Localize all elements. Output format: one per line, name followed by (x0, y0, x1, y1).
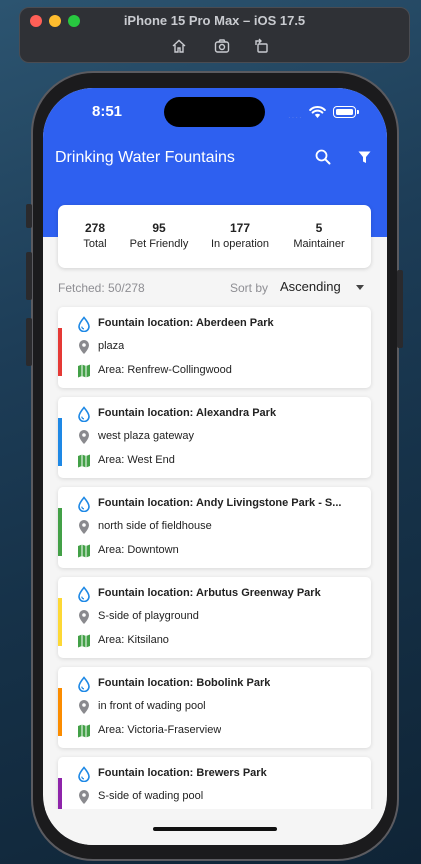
volume-down-button (26, 318, 32, 366)
stat-total: 278 Total (66, 205, 124, 268)
stat-maintainer: 5 Maintainer (286, 205, 352, 268)
fountain-location-row: west plaza gateway (77, 429, 362, 445)
home-indicator[interactable] (153, 827, 277, 831)
stat-label: Total (83, 238, 107, 250)
cellular-signal-icon: ···· (288, 113, 303, 122)
fountain-area: Area: Kitsilano (98, 634, 169, 646)
volume-up-button (26, 252, 32, 300)
search-icon[interactable] (315, 149, 331, 165)
filter-icon[interactable] (358, 151, 371, 164)
fountain-title: Fountain location: Alexandra Park (98, 407, 277, 419)
fountain-title-row: Fountain location: Andy Livingstone Park… (77, 496, 362, 512)
fountain-location-row: north side of fieldhouse (77, 519, 362, 535)
fountain-location-row: S-side of wading pool (77, 789, 362, 805)
stat-label: Pet Friendly (129, 238, 189, 250)
fountain-title: Fountain location: Brewers Park (98, 767, 267, 779)
status-color-bar (58, 328, 62, 376)
fountain-card[interactable]: Fountain location: Arbutus Greenway Park… (58, 577, 371, 658)
fountain-card[interactable]: Fountain location: Bobolink Park in front… (58, 667, 371, 748)
fountain-location: S-side of wading pool (98, 790, 204, 802)
status-color-bar (58, 598, 62, 646)
sort-label: Sort by (230, 281, 269, 295)
simulator-title: iPhone 15 Pro Max – iOS 17.5 (123, 13, 306, 28)
water-drop-icon (78, 586, 90, 602)
fountain-title-row: Fountain location: Arbutus Greenway Park (77, 586, 362, 602)
battery-icon (333, 106, 359, 118)
fountain-location-row: plaza (77, 339, 362, 355)
stat-value: 5 (315, 221, 323, 235)
fountain-location: S-side of playground (98, 610, 199, 622)
stats-card: 278 Total 95 Pet Friendly 177 In operati… (58, 205, 371, 268)
water-drop-icon (78, 316, 90, 332)
simulator-titlebar: iPhone 15 Pro Max – iOS 17.5 (19, 7, 410, 63)
fountain-location-row: S-side of playground (77, 609, 362, 625)
home-icon[interactable] (171, 38, 187, 54)
stat-pet-friendly: 95 Pet Friendly (124, 205, 194, 268)
fountain-card[interactable]: Fountain location: Alexandra Park west pl… (58, 397, 371, 478)
screenshot-icon[interactable] (214, 38, 230, 54)
app-screen: 8:51 ···· Drinking Water Fountains 278 T… (43, 88, 387, 845)
map-icon (78, 544, 90, 558)
fountain-area: Area: Downtown (98, 544, 179, 556)
stat-in-operation: 177 In operation (204, 205, 276, 268)
status-color-bar (58, 418, 62, 466)
water-drop-icon (78, 406, 90, 422)
fountain-location-row: in front of wading pool (77, 699, 362, 715)
fountain-card[interactable]: Fountain location: Aberdeen Park plaza Are… (58, 307, 371, 388)
location-pin-icon (79, 340, 89, 354)
page-title: Drinking Water Fountains (55, 149, 235, 166)
fountain-area: Area: Renfrew-Collingwood (98, 364, 232, 376)
sort-dropdown[interactable]: Ascending (280, 279, 341, 294)
location-pin-icon (79, 520, 89, 534)
location-pin-icon (79, 790, 89, 804)
fountain-area-row: Area: Victoria-Fraserview (77, 723, 362, 739)
water-drop-icon (78, 676, 90, 692)
fountain-area-row: Area: Renfrew-Collingwood (77, 363, 362, 379)
stat-value: 95 (152, 221, 166, 235)
fountain-title: Fountain location: Andy Livingstone Park… (98, 497, 342, 509)
fountain-title-row: Fountain location: Aberdeen Park (77, 316, 362, 332)
fountain-location: west plaza gateway (98, 430, 194, 442)
fountain-location: plaza (98, 340, 125, 352)
fountain-area: Area: Victoria-Fraserview (98, 724, 222, 736)
fountain-title-row: Fountain location: Bobolink Park (77, 676, 362, 692)
dynamic-island (164, 97, 265, 127)
fountain-area: Area: West End (98, 454, 175, 466)
fountain-title-row: Fountain location: Brewers Park (77, 766, 362, 782)
status-color-bar (58, 508, 62, 556)
action-button (26, 204, 32, 228)
map-icon (78, 364, 90, 378)
rotate-icon[interactable] (254, 38, 270, 54)
fountain-card[interactable]: Fountain location: Andy Livingstone Park… (58, 487, 371, 568)
location-pin-icon (79, 610, 89, 624)
fountain-area-row: Area: West End (77, 453, 362, 469)
fountain-title: Fountain location: Bobolink Park (98, 677, 271, 689)
fetched-count: Fetched: 50/278 (58, 281, 145, 295)
status-color-bar (58, 688, 62, 736)
status-time: 8:51 (92, 103, 123, 120)
stat-value: 177 (229, 221, 251, 235)
power-button (397, 270, 403, 348)
fountain-area-row: Area: Kitsilano (77, 633, 362, 649)
fountain-title: Fountain location: Arbutus Greenway Park (98, 587, 321, 599)
stat-label: In operation (210, 238, 270, 250)
fountain-location: in front of wading pool (98, 700, 206, 712)
map-icon (78, 634, 90, 648)
fountain-title-row: Fountain location: Alexandra Park (77, 406, 362, 422)
water-drop-icon (78, 766, 90, 782)
stat-value: 278 (84, 221, 106, 235)
map-icon (78, 454, 90, 468)
chevron-down-icon[interactable] (356, 285, 364, 290)
wifi-icon (309, 106, 326, 118)
fountain-area-row: Area: Downtown (77, 543, 362, 559)
fountain-title: Fountain location: Aberdeen Park (98, 317, 274, 329)
location-pin-icon (79, 430, 89, 444)
water-drop-icon (78, 496, 90, 512)
map-icon (78, 724, 90, 738)
stat-label: Maintainer (293, 238, 345, 250)
location-pin-icon (79, 700, 89, 714)
fountain-location: north side of fieldhouse (98, 520, 212, 532)
